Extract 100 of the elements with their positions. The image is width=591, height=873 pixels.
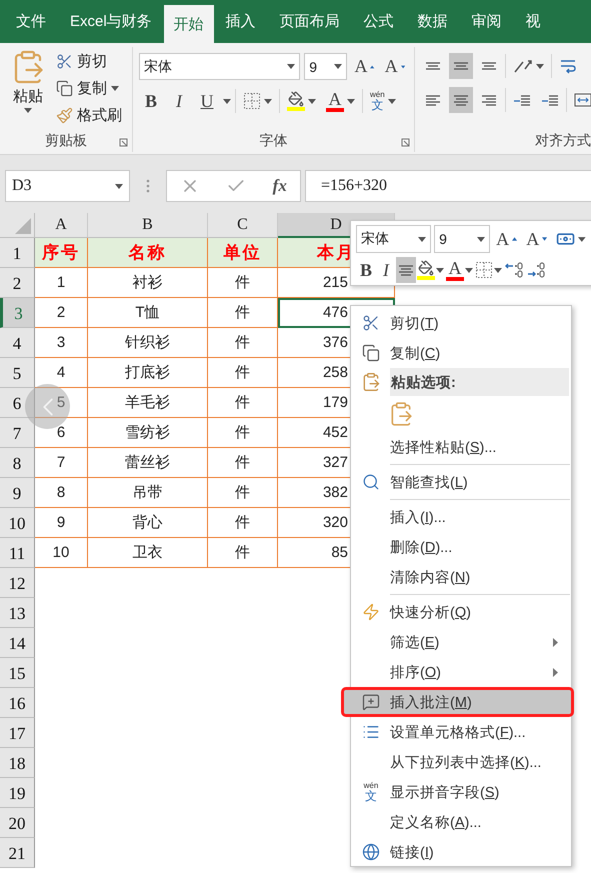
row-header[interactable]: 9 <box>0 478 35 508</box>
outdent-icon <box>513 94 531 106</box>
ribbon-tab[interactable]: 公式 <box>352 0 406 43</box>
menu-item[interactable]: 从下拉列表中选择(K)... <box>352 747 570 777</box>
table-cell: 羊毛衫 <box>88 388 208 418</box>
alignment-button[interactable] <box>449 53 473 79</box>
font-color-button[interactable]: A <box>323 88 358 114</box>
font-name-field[interactable]: 宋体 <box>356 225 432 253</box>
grip-icon <box>146 179 150 193</box>
down-arrow-icon <box>542 237 548 241</box>
ribbon-tab[interactable]: 视 <box>514 0 553 43</box>
grow-font-button[interactable]: A <box>493 226 520 252</box>
row-header[interactable]: 15 <box>0 658 35 688</box>
ribbon-tab[interactable]: 审阅 <box>460 0 514 43</box>
row-header[interactable]: 12 <box>0 568 35 598</box>
row-header[interactable]: 2 <box>0 268 35 298</box>
insert-function-button[interactable]: fx <box>272 176 287 196</box>
ribbon-tab[interactable]: Excel与财务 <box>58 0 164 43</box>
shrink-font-button[interactable]: A <box>382 54 408 80</box>
menu-item[interactable]: 快速分析(Q) <box>352 597 570 627</box>
underline-button[interactable]: U <box>195 88 219 114</box>
center-align-button[interactable] <box>396 257 416 283</box>
formula-field[interactable]: =156+320 <box>305 170 591 202</box>
decrease-decimal-icon <box>526 261 546 279</box>
dialog-launcher-icon[interactable] <box>119 138 128 147</box>
italic-button[interactable]: I <box>167 88 191 114</box>
row-header[interactable]: 16 <box>0 688 35 718</box>
globe-icon <box>362 843 380 861</box>
menu-item[interactable]: 排序(O) <box>352 657 570 687</box>
row-header[interactable]: 8 <box>0 448 35 478</box>
row-header[interactable]: 4 <box>0 328 35 358</box>
ribbon-tab[interactable]: 开始 <box>164 5 214 43</box>
align-bottom-icon <box>481 62 497 70</box>
caret-icon <box>264 98 272 104</box>
copy-icon <box>56 80 73 96</box>
menu-item[interactable]: 插入批注(M) <box>341 687 574 717</box>
row-header[interactable]: 6 <box>0 388 35 418</box>
row-header[interactable]: 11 <box>0 538 35 568</box>
caret-icon <box>494 268 502 272</box>
table-cell: 7 <box>35 448 88 478</box>
clipboard-button[interactable]: 格式刷 <box>54 103 124 127</box>
table-cell: 吊带 <box>88 478 208 508</box>
table-cell: 5 <box>35 388 88 418</box>
table-cell: 件 <box>208 328 278 358</box>
up-arrow-icon <box>512 237 518 241</box>
shrink-font-button[interactable]: A <box>523 226 550 252</box>
table-cell: 件 <box>208 268 278 298</box>
row-header[interactable]: 19 <box>0 778 35 808</box>
font-name-field[interactable]: 宋体 <box>139 53 300 80</box>
clipboard-icon <box>361 372 381 392</box>
table-cell: 件 <box>208 298 278 328</box>
brush-icon <box>56 106 73 124</box>
row-header[interactable]: 14 <box>0 628 35 658</box>
table-cell: 雪纺衫 <box>88 418 208 448</box>
caret-icon <box>287 64 296 69</box>
menu-item[interactable]: 定义名称(A)... <box>352 807 570 837</box>
column-header[interactable]: B <box>88 213 208 238</box>
row-header[interactable]: 1 <box>0 238 35 268</box>
row-header[interactable]: 5 <box>0 358 35 388</box>
row-header[interactable]: 3 <box>0 298 35 328</box>
table-cell: 件 <box>208 448 278 478</box>
table-cell: 件 <box>208 358 278 388</box>
grow-font-button[interactable]: A <box>351 54 378 80</box>
row-header[interactable]: 20 <box>0 808 35 838</box>
column-title-cell: 单位 <box>208 238 278 268</box>
paint-bucket-icon <box>418 260 434 276</box>
group-label: 字体 <box>260 132 288 150</box>
paste-button[interactable]: 粘贴 <box>6 47 50 130</box>
align-top-icon <box>425 62 441 70</box>
column-header[interactable]: A <box>35 213 88 238</box>
ribbon-tab[interactable]: 插入 <box>214 0 268 43</box>
clipboard-button[interactable]: 复制 <box>54 76 124 100</box>
phonetic-button[interactable]: wén 文 <box>367 88 399 114</box>
row-header[interactable]: 10 <box>0 508 35 538</box>
ribbon-tab[interactable]: 数据 <box>406 0 460 43</box>
row-header[interactable]: 21 <box>0 838 35 868</box>
menu-item[interactable]: 链接(I) <box>352 837 570 867</box>
font-size-field[interactable]: 9 <box>434 225 490 253</box>
dialog-launcher-icon[interactable] <box>401 138 410 147</box>
alignment-button[interactable] <box>449 87 473 113</box>
menu-item[interactable]: 设置单元格格式(F)... <box>352 717 570 747</box>
ribbon-tab[interactable]: 页面布局 <box>268 0 352 43</box>
row-header[interactable]: 13 <box>0 598 35 628</box>
paint-bucket-icon <box>288 91 304 107</box>
row-header[interactable]: 7 <box>0 418 35 448</box>
row-header[interactable]: 18 <box>0 748 35 778</box>
font-size-field[interactable]: 9 <box>304 53 348 80</box>
font-color-button[interactable]: A <box>445 257 474 283</box>
name-box[interactable]: D3 <box>5 170 130 202</box>
clipboard-button[interactable]: 剪切 <box>54 49 124 73</box>
merge-icon <box>574 92 591 108</box>
column-header[interactable]: C <box>208 213 278 238</box>
ribbon-tab[interactable]: 文件 <box>4 0 58 43</box>
table-cell: 9 <box>35 508 88 538</box>
column-title-cell: 序号 <box>35 238 88 268</box>
table-cell: 8 <box>35 478 88 508</box>
menu-item[interactable]: 筛选(E) <box>352 627 570 657</box>
row-header[interactable]: 17 <box>0 718 35 748</box>
indent-icon <box>541 94 559 106</box>
bold-button[interactable]: B <box>139 88 163 114</box>
